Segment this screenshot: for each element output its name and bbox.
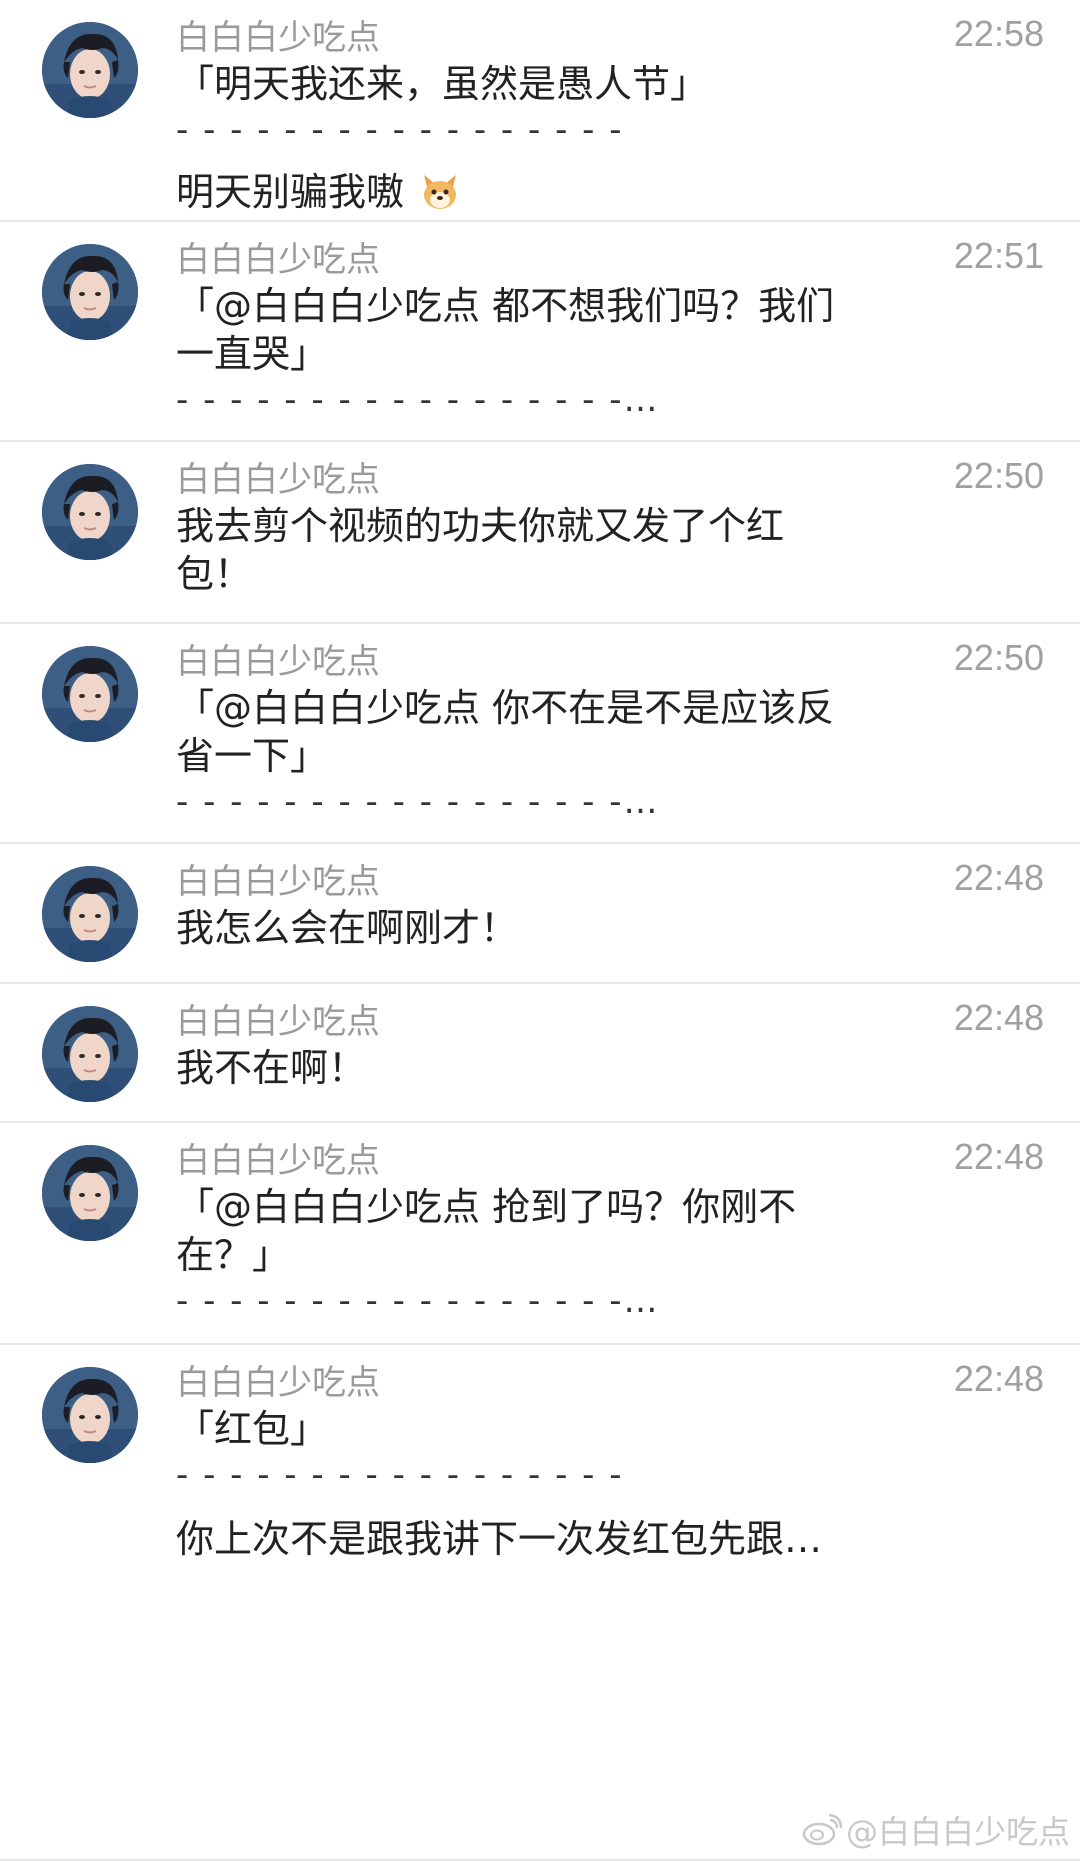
- watermark: @白白白少吃点: [802, 1807, 1070, 1853]
- reply-text-content: 你上次不是跟我讲下一次发红包先跟…: [176, 1517, 823, 1561]
- avatar-photo: [42, 244, 138, 340]
- message-text-line: 「@白白白少吃点 都不想我们吗？我们: [176, 284, 835, 328]
- timestamp: 22:48: [953, 997, 1044, 1038]
- avatar[interactable]: [42, 22, 138, 118]
- timestamp: 22:48: [953, 857, 1044, 898]
- quote-divider: - - - - - - - - - - - - - - - - -: [176, 1455, 624, 1495]
- message-item[interactable]: 白白白少吃点 22:48 「@白白白少吃点 抢到了吗？你刚不 在？」 - - - - -…: [0, 1123, 1080, 1345]
- message-text-line: 「@白白白少吃点 你不在是不是应该反: [176, 686, 835, 730]
- message-text-line: 省一下」: [176, 734, 329, 778]
- message-text-line: 「@白白白少吃点 抢到了吗？你刚不: [176, 1185, 797, 1229]
- quote-divider: - - - - - - - - - - - - - - - - -…: [176, 380, 660, 420]
- message-text-line: 我去剪个视频的功夫你就又发了个红: [176, 504, 785, 548]
- timestamp: 22:48: [953, 1358, 1044, 1399]
- quote-divider: - - - - - - - - - - - - - - - - -…: [176, 1281, 660, 1321]
- message-text-line: 包！: [176, 552, 253, 596]
- message-content: 我怎么会在啊刚才！: [176, 904, 916, 952]
- avatar-photo: [42, 1367, 138, 1463]
- avatar-photo: [42, 1006, 138, 1102]
- avatar-photo: [42, 1145, 138, 1241]
- message-item[interactable]: 白白白少吃点 22:48 我怎么会在啊刚才！: [0, 844, 1080, 984]
- avatar[interactable]: [42, 646, 138, 742]
- message-content: 我不在啊！: [176, 1044, 916, 1092]
- avatar[interactable]: [42, 1006, 138, 1102]
- avatar[interactable]: [42, 1145, 138, 1241]
- sender-name[interactable]: 白白白少吃点: [176, 862, 380, 902]
- watermark-text: @白白白少吃点: [845, 1813, 1070, 1851]
- sender-name[interactable]: 白白白少吃点: [176, 1141, 380, 1181]
- quote-divider: - - - - - - - - - - - - - - - - -: [176, 110, 624, 150]
- message-content: 「红包」 - - - - - - - - - - - - - - - - - 你上次…: [176, 1405, 916, 1563]
- message-text-line: 我不在啊！: [176, 1046, 367, 1090]
- sender-name[interactable]: 白白白少吃点: [176, 642, 380, 682]
- message-item[interactable]: 白白白少吃点 22:50 我去剪个视频的功夫你就又发了个红 包！: [0, 442, 1080, 624]
- message-text-line: 「红包」: [176, 1407, 329, 1451]
- avatar[interactable]: [42, 866, 138, 962]
- avatar-photo: [42, 464, 138, 560]
- avatar-photo: [42, 22, 138, 118]
- message-item[interactable]: 白白白少吃点 22:48 「红包」 - - - - - - - - - - - - -…: [0, 1345, 1080, 1861]
- quote-divider: - - - - - - - - - - - - - - - - -…: [176, 782, 660, 822]
- message-item[interactable]: 白白白少吃点 22:50 「@白白白少吃点 你不在是不是应该反 省一下」 - - - -…: [0, 624, 1080, 844]
- reply-text: 你上次不是跟我讲下一次发红包先跟…: [176, 1515, 916, 1563]
- avatar[interactable]: [42, 1367, 138, 1463]
- sender-name[interactable]: 白白白少吃点: [176, 1363, 380, 1403]
- timestamp: 22:50: [953, 637, 1044, 678]
- sender-name[interactable]: 白白白少吃点: [176, 240, 380, 280]
- avatar-photo: [42, 866, 138, 962]
- message-text-line: 「明天我还来，虽然是愚人节」: [176, 62, 709, 106]
- message-item[interactable]: 白白白少吃点 22:58 「明天我还来，虽然是愚人节」 - - - - - - - -…: [0, 0, 1080, 222]
- reply-text-content: 明天别骗我嗷: [176, 170, 405, 214]
- message-item[interactable]: 白白白少吃点 22:51 「@白白白少吃点 都不想我们吗？我们 一直哭」 - - - -…: [0, 222, 1080, 442]
- message-content: 「明天我还来，虽然是愚人节」 - - - - - - - - - - - - - …: [176, 60, 916, 216]
- sender-name[interactable]: 白白白少吃点: [176, 1002, 380, 1042]
- message-content: 「@白白白少吃点 都不想我们吗？我们 一直哭」 - - - - - - - - - …: [176, 282, 916, 420]
- avatar[interactable]: [42, 244, 138, 340]
- message-content: 我去剪个视频的功夫你就又发了个红 包！: [176, 502, 916, 598]
- timestamp: 22:48: [953, 1136, 1044, 1177]
- dog-face-emoji: [424, 175, 457, 209]
- message-list: 白白白少吃点 22:58 「明天我还来，虽然是愚人节」 - - - - - - - -…: [0, 0, 1080, 1861]
- message-item[interactable]: 白白白少吃点 22:48 我不在啊！: [0, 984, 1080, 1123]
- reply-text: 明天别骗我嗷: [176, 168, 916, 216]
- message-text-line: 我怎么会在啊刚才！: [176, 906, 519, 950]
- weibo-logo-icon: [802, 1814, 842, 1846]
- message-content: 「@白白白少吃点 你不在是不是应该反 省一下」 - - - - - - - - - …: [176, 684, 916, 822]
- message-text-line: 一直哭」: [176, 332, 329, 376]
- sender-name[interactable]: 白白白少吃点: [176, 18, 380, 58]
- message-content: 「@白白白少吃点 抢到了吗？你刚不 在？」 - - - - - - - - - - …: [176, 1183, 916, 1321]
- avatar-photo: [42, 646, 138, 742]
- timestamp: 22:51: [953, 235, 1044, 276]
- message-text-line: 在？」: [176, 1233, 291, 1277]
- avatar[interactable]: [42, 464, 138, 560]
- sender-name[interactable]: 白白白少吃点: [176, 460, 380, 500]
- timestamp: 22:58: [953, 13, 1044, 54]
- timestamp: 22:50: [953, 455, 1044, 496]
